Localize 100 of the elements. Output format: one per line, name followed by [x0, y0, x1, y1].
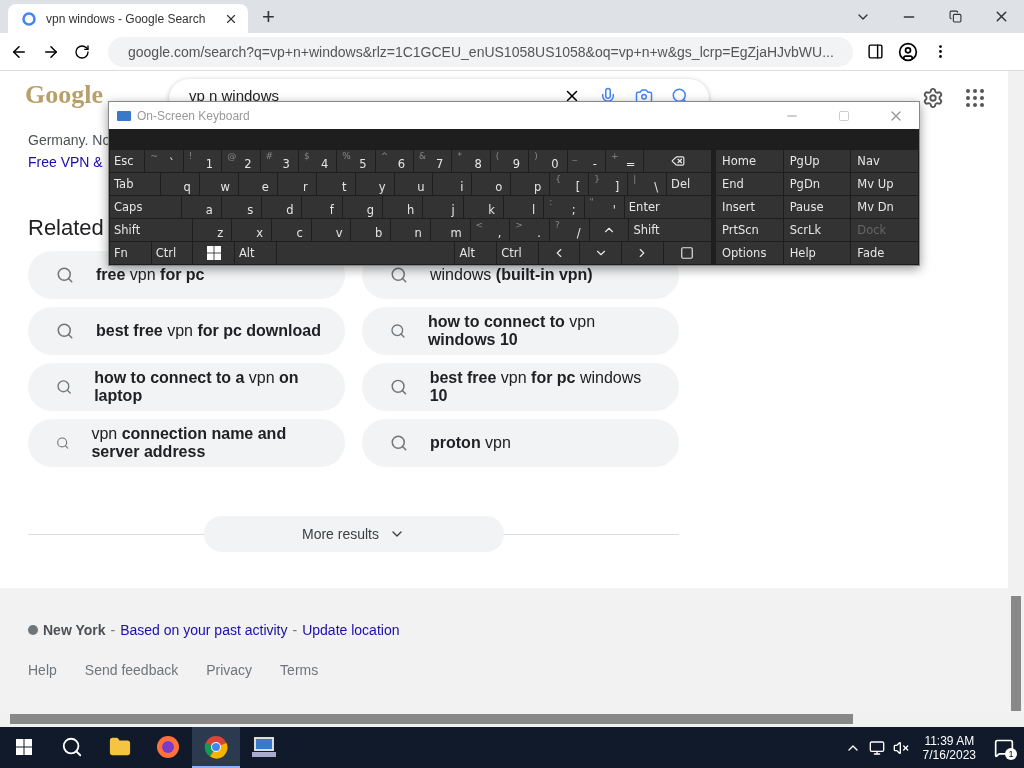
keyboard-key[interactable]: ^ 6	[375, 150, 414, 172]
address-bar[interactable]: google.com/search?q=vp+n+windows&rlz=1C1GCEU_enUS1058US1058&oq=vp+n+w&gs_lcrp=EgZjaHJvbWU...	[108, 36, 853, 67]
related-search-chip[interactable]: vpn connection name and server address	[28, 419, 345, 467]
keyboard-key[interactable]: " '	[584, 196, 624, 218]
keyboard-key[interactable]: i	[433, 173, 472, 195]
keyboard-key[interactable]: ( 9	[490, 150, 529, 172]
keyboard-key[interactable]: * 8	[452, 150, 490, 172]
volume-muted-icon[interactable]	[892, 739, 909, 756]
keyboard-key[interactable]: o	[472, 173, 511, 195]
menu-key[interactable]	[663, 242, 711, 264]
keyboard-key[interactable]: Options	[716, 242, 783, 264]
restore-icon[interactable]	[948, 10, 962, 23]
keyboard-key[interactable]: ~ `	[145, 150, 183, 172]
more-results-button[interactable]: More results	[203, 516, 504, 552]
keyboard-key[interactable]: _ -	[567, 150, 605, 172]
keyboard-key[interactable]: Fade	[851, 242, 918, 264]
keyboard-key[interactable]: | \	[628, 173, 667, 195]
keyboard-key[interactable]: t	[316, 173, 355, 195]
keyboard-key[interactable]: { [	[550, 173, 589, 195]
windows-key[interactable]	[193, 242, 234, 264]
keyboard-key[interactable]: PgDn	[783, 173, 851, 195]
related-search-chip[interactable]: proton vpn	[362, 419, 679, 467]
keyboard-key[interactable]: k	[463, 196, 503, 218]
keyboard-key[interactable]: Pause	[783, 196, 851, 218]
keyboard-key[interactable]: u	[394, 173, 433, 195]
keyboard-key[interactable]: a	[181, 196, 221, 218]
keyboard-key[interactable]: Insert	[716, 196, 783, 218]
keyboard-key[interactable]: ? /	[550, 219, 589, 241]
keyboard-key[interactable]: f	[302, 196, 342, 218]
keyboard-key[interactable]: r	[277, 173, 316, 195]
profile-icon[interactable]	[898, 41, 918, 62]
taskbar-app[interactable]	[192, 727, 240, 768]
keyboard-key[interactable]: Caps	[110, 196, 181, 218]
side-panel-icon[interactable]	[867, 43, 884, 60]
keyboard-key[interactable]: h	[383, 196, 423, 218]
keyboard-key[interactable]: + =	[605, 150, 644, 172]
keyboard-key[interactable]: e	[238, 173, 277, 195]
keyboard-key[interactable]: s	[221, 196, 262, 218]
vertical-scrollbar[interactable]	[1008, 71, 1024, 727]
apps-icon[interactable]	[966, 89, 984, 107]
related-search-chip[interactable]: how to connect to vpn windows 10	[362, 307, 679, 355]
keyboard-key[interactable]: l	[503, 196, 544, 218]
settings-icon[interactable]	[922, 87, 944, 109]
keyboard-key[interactable]: x	[232, 219, 272, 241]
keyboard-key[interactable]: Esc	[110, 150, 145, 172]
keyboard-key[interactable]: y	[355, 173, 394, 195]
keyboard-key[interactable]: Del	[667, 173, 711, 195]
keyboard-key[interactable]: PgUp	[783, 150, 851, 172]
reload-icon[interactable]	[74, 43, 90, 60]
notifications-button[interactable]: 1	[990, 733, 1018, 762]
backspace-key[interactable]	[644, 150, 712, 172]
keyboard-key[interactable]: } ]	[589, 173, 628, 195]
footer-link[interactable]: Terms	[280, 662, 319, 678]
keyboard-key[interactable]: ScrLk	[783, 219, 851, 241]
keyboard-key[interactable]: p	[511, 173, 550, 195]
keyboard-key[interactable]: d	[262, 196, 302, 218]
keyboard-key[interactable]: < ,	[470, 219, 510, 241]
keyboard-key[interactable]: Help	[783, 242, 851, 264]
keyboard-key[interactable]: n	[391, 219, 430, 241]
footer-link[interactable]: Send feedback	[84, 662, 179, 678]
keyboard-key[interactable]: b	[351, 219, 391, 241]
keyboard-key[interactable]: Nav	[851, 150, 918, 172]
keyboard-key[interactable]: c	[272, 219, 311, 241]
keyboard-key[interactable]: : ;	[544, 196, 584, 218]
footer-link[interactable]: Privacy	[206, 662, 253, 678]
keyboard-key[interactable]: Mv Up	[851, 173, 918, 195]
keyboard-key[interactable]: m	[430, 219, 470, 241]
keyboard-key[interactable]: & 7	[414, 150, 452, 172]
related-search-chip[interactable]: how to connect to a vpn on laptop	[28, 363, 345, 411]
footer-link[interactable]: Help	[28, 662, 57, 678]
keyboard-key[interactable]: Ctrl	[497, 242, 538, 264]
keyboard-key[interactable]: # 3	[260, 150, 298, 172]
keyboard-key[interactable]: Shift	[110, 219, 192, 241]
keyboard-key[interactable]: q	[160, 173, 199, 195]
keyboard-key[interactable]: Home	[716, 150, 783, 172]
browser-tab[interactable]: vpn windows - Google Search	[8, 4, 248, 33]
keyboard-key[interactable]: $ 4	[298, 150, 337, 172]
keyboard-key[interactable]: PrtScn	[716, 219, 783, 241]
keyboard-key[interactable]: g	[342, 196, 383, 218]
keyboard-key[interactable]: > .	[510, 219, 549, 241]
keyboard-key[interactable]: j	[423, 196, 463, 218]
horizontal-scrollbar[interactable]	[0, 711, 1008, 727]
keyboard-key[interactable]: Fn	[110, 242, 151, 264]
keyboard-key[interactable]: Mv Dn	[851, 196, 918, 218]
new-tab-button[interactable]: +	[258, 4, 279, 30]
keyboard-key[interactable]: Shift	[629, 219, 712, 241]
related-search-chip[interactable]: best free vpn for pc download	[28, 307, 345, 355]
keyboard-key[interactable]: v	[311, 219, 351, 241]
keyboard-key[interactable]: Enter	[624, 196, 712, 218]
keyboard-key[interactable]: @ 2	[222, 150, 260, 172]
keyboard-key[interactable]: Ctrl	[151, 242, 193, 264]
keyboard-key[interactable]: ) 0	[529, 150, 567, 172]
related-search-chip[interactable]: best free vpn for pc windows 10	[362, 363, 679, 411]
location-link[interactable]: Based on your past activity	[120, 622, 288, 638]
keyboard-key[interactable]: ! 1	[183, 150, 222, 172]
keyboard-key[interactable]: % 5	[337, 150, 375, 172]
location-link[interactable]: Update location	[302, 622, 400, 638]
keyboard-key[interactable]: Alt	[234, 242, 276, 264]
keyboard-key[interactable]: w	[199, 173, 238, 195]
keyboard-key[interactable]: Alt	[455, 242, 497, 264]
